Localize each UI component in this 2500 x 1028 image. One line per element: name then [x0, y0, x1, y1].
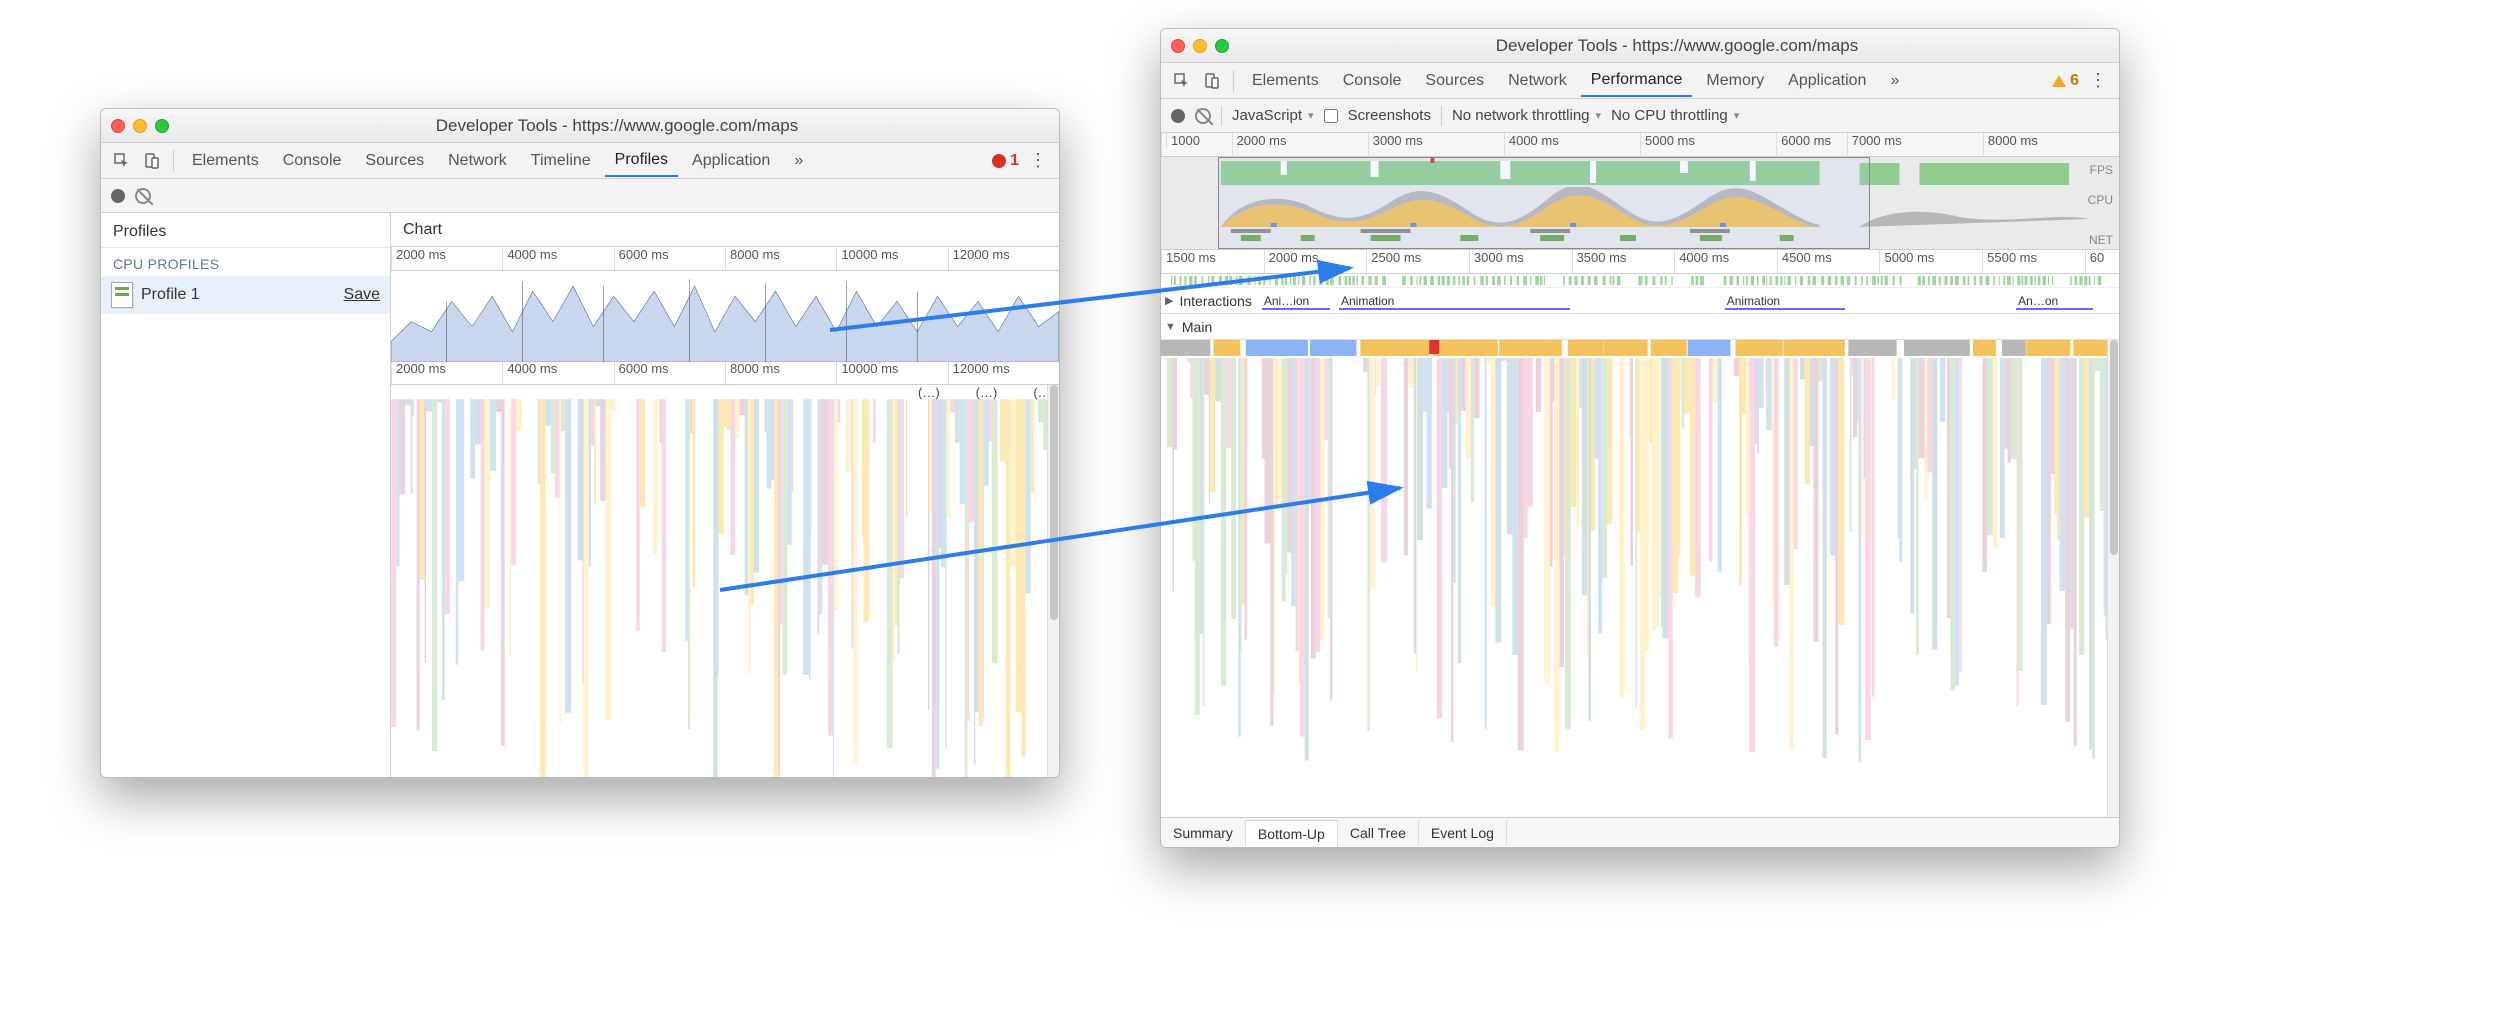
clear-icon[interactable]: [135, 188, 151, 204]
device-toggle-icon[interactable]: [139, 148, 165, 174]
tab-sources[interactable]: Sources: [1415, 66, 1494, 96]
save-link[interactable]: Save: [344, 286, 380, 304]
minimize-icon[interactable]: [1193, 39, 1207, 53]
collapse-icon[interactable]: ▼: [1165, 321, 1176, 333]
tab-profiles[interactable]: Profiles: [605, 145, 678, 177]
devtools-window-new: Developer Tools - https://www.google.com…: [1160, 28, 2120, 848]
titlebar[interactable]: Developer Tools - https://www.google.com…: [101, 109, 1059, 143]
window-title: Developer Tools - https://www.google.com…: [185, 116, 1049, 136]
performance-overview[interactable]: 1000 2000 ms 3000 ms 4000 ms 5000 ms 600…: [1161, 133, 2119, 250]
tab-memory[interactable]: Memory: [1696, 66, 1774, 96]
profile-item[interactable]: Profile 1 Save: [101, 276, 390, 314]
overview-selection[interactable]: [1218, 157, 1869, 249]
separator: [173, 150, 174, 172]
traffic-lights: [111, 119, 169, 133]
animation-segment[interactable]: Animation: [1339, 294, 1570, 310]
window-title: Developer Tools - https://www.google.com…: [1245, 36, 2109, 56]
tab-console[interactable]: Console: [273, 146, 352, 176]
profile-file-icon: [111, 282, 133, 308]
tab-timeline[interactable]: Timeline: [521, 146, 601, 176]
sidebar-category: CPU PROFILES: [101, 248, 390, 276]
tab-elements[interactable]: Elements: [182, 146, 269, 176]
device-toggle-icon[interactable]: [1199, 68, 1225, 94]
main-ruler[interactable]: 1500 ms 2000 ms 2500 ms 3000 ms 3500 ms …: [1161, 250, 2119, 274]
record-icon[interactable]: [1171, 109, 1185, 123]
tab-event-log[interactable]: Event Log: [1419, 820, 1507, 846]
minimize-icon[interactable]: [133, 119, 147, 133]
devtools-window-old: Developer Tools - https://www.google.com…: [100, 108, 1060, 778]
titlebar[interactable]: Developer Tools - https://www.google.com…: [1161, 29, 2119, 63]
clear-icon[interactable]: [1195, 108, 1211, 124]
kebab-menu-icon[interactable]: ⋮: [2085, 68, 2111, 94]
view-dropdown[interactable]: Chart: [391, 213, 1059, 247]
devtools-tabbar: Elements Console Sources Network Perform…: [1161, 63, 2119, 99]
flame-chart[interactable]: (…) (…) (…): [391, 385, 1059, 777]
capture-dropdown[interactable]: JavaScript: [1232, 107, 1314, 124]
cpu-throttle-dropdown[interactable]: No CPU throttling: [1611, 107, 1739, 124]
kebab-menu-icon[interactable]: ⋮: [1025, 148, 1051, 174]
tab-sources[interactable]: Sources: [355, 146, 434, 176]
animation-segment[interactable]: Ani…ion: [1262, 294, 1331, 310]
profile-chart-pane: Chart 2000 ms 4000 ms 6000 ms 8000 ms 10…: [391, 213, 1059, 777]
tab-performance[interactable]: Performance: [1581, 65, 1693, 97]
tab-overflow[interactable]: »: [784, 146, 813, 176]
flame-ruler[interactable]: 2000 ms 4000 ms 6000 ms 8000 ms 10000 ms…: [391, 361, 1059, 385]
traffic-lights: [1171, 39, 1229, 53]
profiles-sidebar: Profiles CPU PROFILES Profile 1 Save: [101, 213, 391, 777]
overview-ruler[interactable]: 2000 ms 4000 ms 6000 ms 8000 ms 10000 ms…: [391, 247, 1059, 271]
record-icon[interactable]: [111, 189, 125, 203]
inspect-icon[interactable]: [109, 148, 135, 174]
tab-overflow[interactable]: »: [1880, 66, 1909, 96]
separator: [1441, 106, 1442, 126]
tab-console[interactable]: Console: [1333, 66, 1412, 96]
screenshots-label: Screenshots: [1348, 107, 1431, 124]
frames-strip[interactable]: [1161, 274, 2119, 288]
tab-summary[interactable]: Summary: [1161, 820, 1246, 846]
main-track-header[interactable]: ▼ Main: [1161, 314, 2119, 340]
screenshots-checkbox[interactable]: [1324, 109, 1338, 123]
cpu-label: CPU: [2088, 193, 2113, 207]
details-tabs: Summary Bottom-Up Call Tree Event Log: [1161, 817, 2119, 847]
flame-scrollbar[interactable]: [2107, 340, 2119, 817]
error-count-badge[interactable]: 1: [992, 152, 1019, 170]
cpu-overview-chart[interactable]: [391, 271, 1059, 361]
zoom-icon[interactable]: [1215, 39, 1229, 53]
warning-count-badge[interactable]: 6: [2052, 72, 2079, 90]
tab-network[interactable]: Network: [438, 146, 517, 176]
inspect-icon[interactable]: [1169, 68, 1195, 94]
flame-scrollbar[interactable]: [1047, 385, 1059, 777]
sidebar-header: Profiles: [101, 213, 390, 248]
main-flame-chart[interactable]: [1161, 340, 2119, 817]
animation-segment[interactable]: Animation: [1725, 294, 1845, 310]
tab-application[interactable]: Application: [1778, 66, 1876, 96]
interactions-track-header[interactable]: ▶ Interactions Ani…ion Animation Animati…: [1161, 288, 2119, 314]
main-track-label: Main: [1182, 319, 1212, 335]
performance-toolbar: JavaScript Screenshots No network thrott…: [1161, 99, 2119, 133]
tab-call-tree[interactable]: Call Tree: [1338, 820, 1419, 846]
overview-ruler[interactable]: 1000 2000 ms 3000 ms 4000 ms 5000 ms 600…: [1161, 133, 2119, 157]
devtools-tabbar: Elements Console Sources Network Timelin…: [101, 143, 1059, 179]
zoom-icon[interactable]: [155, 119, 169, 133]
animation-segment[interactable]: An…on: [2016, 294, 2093, 310]
close-icon[interactable]: [111, 119, 125, 133]
profile-name: Profile 1: [141, 286, 200, 304]
fps-label: FPS: [2090, 163, 2113, 177]
separator: [1221, 106, 1222, 126]
network-throttle-dropdown[interactable]: No network throttling: [1452, 107, 1601, 124]
interactions-label: Interactions: [1179, 293, 1251, 309]
profiles-toolbar: [101, 179, 1059, 213]
separator: [1233, 70, 1234, 92]
net-label: NET: [2089, 233, 2113, 247]
tab-elements[interactable]: Elements: [1242, 66, 1329, 96]
close-icon[interactable]: [1171, 39, 1185, 53]
tab-bottom-up[interactable]: Bottom-Up: [1246, 820, 1338, 848]
tab-network[interactable]: Network: [1498, 66, 1577, 96]
expand-icon[interactable]: ▶: [1165, 294, 1173, 307]
tab-application[interactable]: Application: [682, 146, 780, 176]
